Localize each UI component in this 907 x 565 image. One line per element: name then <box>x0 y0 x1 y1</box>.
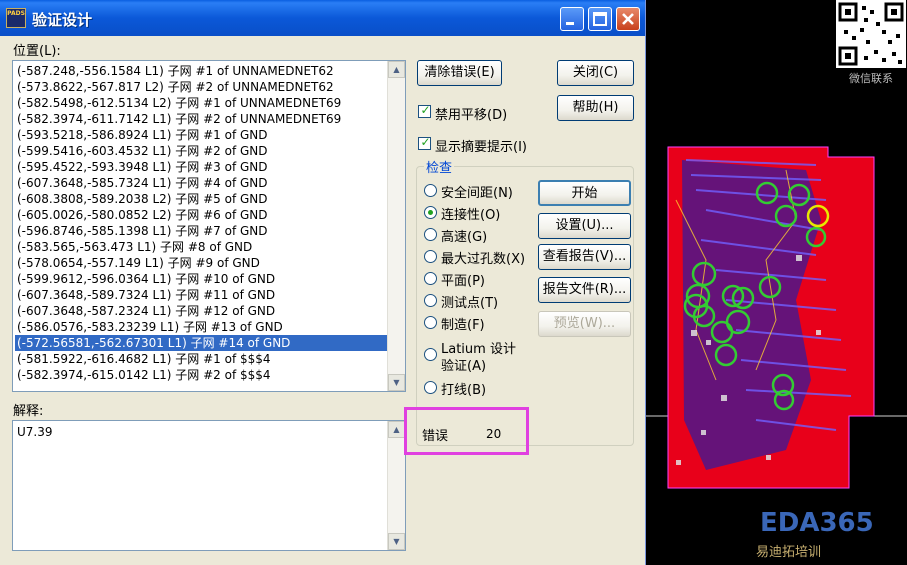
radio-selected-dot <box>428 210 433 215</box>
location-list-item[interactable]: (-607.3648,-589.7324 L1) 子网 #11 of GND <box>15 287 387 303</box>
eda365-logo: EDA365 <box>760 508 874 538</box>
location-scrollbar[interactable]: ▲ ▼ <box>387 61 405 391</box>
radio-max-vias-label: 最大过孔数(X) <box>441 252 526 267</box>
location-list-item[interactable]: (-608.3808,-589.2038 L2) 子网 #5 of GND <box>15 191 387 207</box>
maximize-button[interactable] <box>588 7 612 31</box>
checkmark-icon: ✓ <box>420 103 431 117</box>
location-list-item[interactable]: (-607.3648,-585.7324 L1) 子网 #4 of GND <box>15 175 387 191</box>
radio-plane[interactable] <box>424 272 437 285</box>
radio-wire-bond[interactable] <box>424 381 437 394</box>
help-button[interactable]: 帮助(H) <box>557 95 634 121</box>
location-listbox[interactable]: (-587.248,-556.1584 L1) 子网 #1 of UNNAMED… <box>12 60 406 392</box>
location-list: (-587.248,-556.1584 L1) 子网 #1 of UNNAMED… <box>15 63 387 383</box>
location-list-item[interactable]: (-582.3974,-611.7142 L1) 子网 #2 of UNNAME… <box>15 111 387 127</box>
maximize-icon <box>589 8 611 30</box>
explanation-value: U7.39 <box>17 425 53 439</box>
radio-connectivity[interactable] <box>424 206 437 219</box>
pads-app-icon: PADS <box>6 8 26 28</box>
explanation-scroll-up[interactable]: ▲ <box>388 421 405 438</box>
location-list-item[interactable]: (-599.9612,-596.0364 L1) 子网 #10 of GND <box>15 271 387 287</box>
radio-plane-label: 平面(P) <box>441 274 485 289</box>
radio-high-speed[interactable] <box>424 228 437 241</box>
view-report-button[interactable]: 查看报告(V)... <box>538 244 631 270</box>
location-list-item[interactable]: (-582.3974,-615.0142 L1) 子网 #2 of $$$4 <box>15 367 387 383</box>
location-list-item[interactable]: (-573.8622,-567.817 L2) 子网 #2 of UNNAMED… <box>15 79 387 95</box>
location-label: 位置(L): <box>13 44 61 59</box>
location-list-item[interactable]: (-586.0576,-583.23239 L1) 子网 #13 of GND <box>15 319 387 335</box>
close-button[interactable]: 关闭(C) <box>557 60 634 86</box>
start-button[interactable]: 开始 <box>538 180 631 206</box>
setup-button[interactable]: 设置(U)... <box>538 213 631 239</box>
eda365-subtitle: 易迪拓培训 <box>756 545 822 560</box>
radio-high-speed-label: 高速(G) <box>441 230 488 245</box>
radio-clearance[interactable] <box>424 184 437 197</box>
window-title: 验证设计 <box>32 11 93 29</box>
radio-connectivity-label: 连接性(O) <box>441 208 501 223</box>
location-list-item[interactable]: (-595.4522,-593.3948 L1) 子网 #3 of GND <box>15 159 387 175</box>
radio-fabrication[interactable] <box>424 316 437 329</box>
close-window-button[interactable] <box>616 7 640 31</box>
disable-pan-label: 禁用平移(D) <box>435 108 508 123</box>
location-list-item[interactable]: (-581.5922,-616.4682 L1) 子网 #1 of $$$4 <box>15 351 387 367</box>
check-group-label: 检查 <box>424 157 455 176</box>
verify-design-dialog: PADS 验证设计 位置(L): (-587.248,-556.1584 L1)… <box>0 0 646 565</box>
location-list-item[interactable]: (-572.56581,-562.67301 L1) 子网 #14 of GND <box>15 335 387 351</box>
checkmark-icon: ✓ <box>420 135 431 149</box>
location-list-item[interactable]: (-583.565,-563.473 L1) 子网 #8 of GND <box>15 239 387 255</box>
location-list-item[interactable]: (-599.5416,-603.4532 L1) 子网 #2 of GND <box>15 143 387 159</box>
explanation-textarea[interactable]: U7.39 ▲ ▼ <box>12 420 406 551</box>
show-summary-checkbox[interactable]: ✓ <box>418 135 431 150</box>
location-list-item[interactable]: (-587.248,-556.1584 L1) 子网 #1 of UNNAMED… <box>15 63 387 79</box>
location-list-item[interactable]: (-607.3648,-587.2324 L1) 子网 #12 of GND <box>15 303 387 319</box>
radio-fabrication-label: 制造(F) <box>441 318 485 333</box>
qr-caption: 微信联系 <box>849 72 893 85</box>
preview-button[interactable]: 预览(W)... <box>538 311 631 337</box>
radio-max-vias[interactable] <box>424 250 437 263</box>
radio-latium[interactable] <box>424 348 437 361</box>
explanation-scroll-down[interactable]: ▼ <box>388 533 405 550</box>
location-list-item[interactable]: (-582.5498,-612.5134 L2) 子网 #1 of UNNAME… <box>15 95 387 111</box>
close-icon <box>617 8 639 30</box>
radio-clearance-label: 安全间距(N) <box>441 186 513 201</box>
errors-highlight-box <box>404 407 529 455</box>
report-file-button[interactable]: 报告文件(R)... <box>538 277 631 303</box>
location-list-item[interactable]: (-593.5218,-586.8924 L1) 子网 #1 of GND <box>15 127 387 143</box>
radio-wire-bond-label: 打线(B) <box>441 383 487 398</box>
location-list-item[interactable]: (-605.0026,-580.0852 L2) 子网 #6 of GND <box>15 207 387 223</box>
radio-latium-label-2: 验证(A) <box>441 359 487 374</box>
title-bar[interactable]: PADS 验证设计 <box>0 0 645 36</box>
explanation-scrollbar[interactable]: ▲ ▼ <box>387 421 405 550</box>
disable-pan-checkbox[interactable]: ✓ <box>418 103 431 118</box>
radio-test-points-label: 测试点(T) <box>441 296 499 311</box>
scroll-up-button[interactable]: ▲ <box>388 61 405 78</box>
qr-code-image <box>836 0 906 68</box>
scroll-down-button[interactable]: ▼ <box>388 374 405 391</box>
radio-test-points[interactable] <box>424 294 437 307</box>
show-summary-label: 显示摘要提示(I) <box>435 140 527 155</box>
location-list-item[interactable]: (-596.8746,-585.1398 L1) 子网 #7 of GND <box>15 223 387 239</box>
minimize-button[interactable] <box>560 7 584 31</box>
location-list-item[interactable]: (-578.0654,-557.149 L1) 子网 #9 of GND <box>15 255 387 271</box>
minimize-icon <box>561 8 583 30</box>
clear-errors-button[interactable]: 清除错误(E) <box>417 60 502 86</box>
explanation-label: 解释: <box>13 404 44 419</box>
